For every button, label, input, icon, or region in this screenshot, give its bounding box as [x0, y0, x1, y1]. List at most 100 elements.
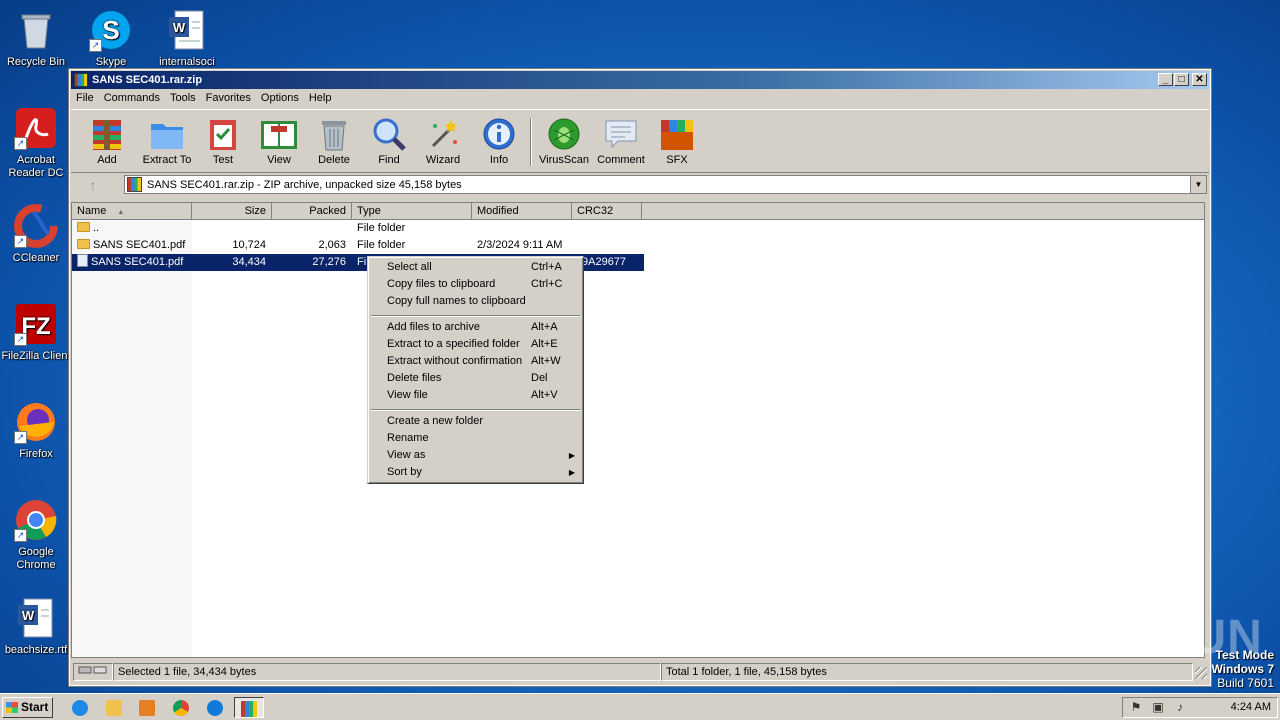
desktop-icon-label: Skype — [95, 56, 127, 68]
resize-grip[interactable] — [1195, 667, 1207, 679]
windows-flag-icon — [6, 702, 18, 713]
maximize-button[interactable]: □ — [1174, 73, 1189, 86]
menu-tools[interactable]: Tools — [165, 90, 201, 106]
taskbar-winrar-button[interactable] — [234, 697, 264, 718]
desktop-icon-recycle-bin[interactable]: Recycle Bin — [1, 8, 71, 69]
menu-file[interactable]: File — [71, 90, 99, 106]
column-header-size[interactable]: Size — [192, 203, 272, 220]
menu-item-view-as[interactable]: View as ▶ — [370, 447, 581, 464]
desktop-icon-label: Firefox — [19, 448, 53, 460]
column-header-packed[interactable]: Packed — [272, 203, 352, 220]
desktop-icon-acrobat[interactable]: ↗ Acrobat Reader DC — [1, 106, 71, 180]
toolbar-delete-button[interactable]: Delete — [316, 116, 352, 166]
table-row[interactable]: .. File folder — [72, 220, 644, 237]
network-icon[interactable]: ▣ — [1151, 701, 1165, 714]
menu-item-add-files[interactable]: Add files to archive Alt+A — [370, 319, 581, 336]
status-drive-panel[interactable] — [73, 663, 113, 681]
toolbar-label: Comment — [597, 154, 645, 166]
column-header-name[interactable]: Name ▲ — [72, 203, 192, 220]
minimize-button[interactable]: _ — [1158, 73, 1173, 86]
column-header-filler — [642, 203, 1204, 220]
toolbar-wizard-button[interactable]: Wizard — [425, 116, 461, 166]
row-packed: 27,276 — [312, 256, 346, 268]
clock[interactable]: 4:24 AM — [1231, 701, 1271, 713]
desktop-icon-label: Acrobat Reader DC — [8, 154, 64, 179]
toolbar-comment-button[interactable]: Comment — [597, 116, 645, 166]
row-modified: 2/3/2024 9:11 AM — [477, 239, 563, 251]
menu-item-sort-by[interactable]: Sort by ▶ — [370, 464, 581, 481]
address-dropdown-button[interactable]: ▼ — [1190, 176, 1206, 193]
window-titlebar[interactable]: SANS SEC401.rar.zip _ □ ✕ — [71, 71, 1209, 89]
menu-item-create-folder[interactable]: Create a new folder — [370, 413, 581, 430]
taskbar-chrome-button[interactable] — [169, 697, 193, 718]
desktop-icon-ccleaner[interactable]: ↗ CCleaner — [1, 204, 71, 265]
column-header-type[interactable]: Type — [352, 203, 472, 220]
volume-icon[interactable]: ♪ — [1173, 701, 1187, 714]
taskbar: Start ⚑ ▣ ♪ 4:24 AM — [0, 693, 1280, 720]
menu-item-rename[interactable]: Rename — [370, 430, 581, 447]
menu-item-copy-files[interactable]: Copy files to clipboard Ctrl+C — [370, 276, 581, 293]
row-size: 34,434 — [232, 256, 266, 268]
close-button[interactable]: ✕ — [1192, 73, 1207, 86]
menu-item-view-file[interactable]: View file Alt+V — [370, 387, 581, 404]
menu-item-extract-without-confirmation[interactable]: Extract without confirmation Alt+W — [370, 353, 581, 370]
column-header-modified[interactable]: Modified — [472, 203, 572, 220]
menu-commands[interactable]: Commands — [99, 90, 165, 106]
desktop-icon-skype[interactable]: S ↗ Skype — [76, 8, 146, 69]
file-list[interactable]: Name ▲ Size Packed Type Modified CRC32 .… — [71, 202, 1205, 658]
test-mode-line: Test Mode — [1215, 648, 1274, 662]
toolbar-label: VirusScan — [539, 154, 589, 166]
up-folder-button[interactable]: ↑ — [83, 177, 103, 193]
taskbar-edge-button[interactable] — [203, 697, 227, 718]
menu-help[interactable]: Help — [304, 90, 337, 106]
column-header-crc32[interactable]: CRC32 — [572, 203, 642, 220]
toolbar-test-button[interactable]: Test — [205, 116, 241, 166]
menu-item-select-all[interactable]: Select all Ctrl+A — [370, 259, 581, 276]
taskbar-ie-button[interactable] — [68, 697, 92, 718]
toolbar-sfx-button[interactable]: SFX — [657, 116, 697, 166]
recycle-bin-icon — [14, 8, 58, 52]
desktop-icon-label: internalsoci — [159, 56, 215, 68]
menu-item-delete-files[interactable]: Delete files Del — [370, 370, 581, 387]
winrar-window: SANS SEC401.rar.zip _ □ ✕ File Commands To… — [68, 68, 1212, 687]
taskbar-media-player-button[interactable] — [135, 697, 159, 718]
desktop-icon-chrome[interactable]: ↗ Google Chrome — [1, 498, 71, 572]
table-row[interactable]: SANS SEC401.pdf 10,724 2,063 File folder… — [72, 237, 644, 254]
row-packed: 2,063 — [318, 239, 346, 251]
toolbar-label: Wizard — [425, 154, 461, 166]
toolbar-virusscan-button[interactable]: VirusScan — [538, 116, 590, 166]
desktop-icon-beachsize[interactable]: W beachsize.rtf — [1, 596, 71, 657]
info-icon — [481, 116, 517, 152]
toolbar-add-button[interactable]: Add — [89, 116, 125, 166]
row-type: Fi — [357, 256, 367, 268]
action-center-flag-icon[interactable]: ⚑ — [1129, 701, 1143, 714]
desktop-icon-firefox[interactable]: ↗ Firefox — [1, 400, 71, 461]
submenu-arrow-icon: ▶ — [568, 468, 575, 477]
ccleaner-icon: ↗ — [14, 204, 58, 248]
toolbar-view-button[interactable]: View — [259, 116, 299, 166]
svg-text:W: W — [173, 20, 186, 35]
menu-options[interactable]: Options — [256, 90, 304, 106]
address-text: SANS SEC401.rar.zip - ZIP archive, unpac… — [147, 179, 462, 191]
status-left: Selected 1 file, 34,434 bytes — [113, 663, 661, 681]
folder-icon — [77, 222, 90, 232]
toolbar-find-button[interactable]: Find — [371, 116, 407, 166]
toolbar-extract-to-button[interactable]: Extract To — [139, 116, 195, 166]
desktop-icon-filezilla[interactable]: FZ ↗ FileZilla Client — [1, 302, 71, 363]
sfx-box-icon — [657, 116, 697, 152]
row-size: 10,724 — [232, 239, 266, 251]
menu-favorites[interactable]: Favorites — [201, 90, 256, 106]
desktop-icon-label: Recycle Bin — [6, 56, 66, 68]
find-magnifier-icon — [371, 116, 407, 152]
start-button[interactable]: Start — [2, 697, 53, 718]
menu-item-extract-to-folder[interactable]: Extract to a specified folder Alt+E — [370, 336, 581, 353]
firefox-icon: ↗ — [14, 400, 58, 444]
desktop-icon-internalsoci[interactable]: W internalsoci — [152, 8, 222, 69]
svg-text:W: W — [22, 608, 35, 623]
toolbar-info-button[interactable]: Info — [481, 116, 517, 166]
word-document-icon: W — [14, 596, 58, 640]
address-field[interactable]: SANS SEC401.rar.zip - ZIP archive, unpac… — [124, 175, 1207, 194]
menu-item-copy-full-names[interactable]: Copy full names to clipboard — [370, 293, 581, 310]
row-name: SANS SEC401.pdf — [91, 256, 184, 268]
taskbar-explorer-button[interactable] — [102, 697, 126, 718]
